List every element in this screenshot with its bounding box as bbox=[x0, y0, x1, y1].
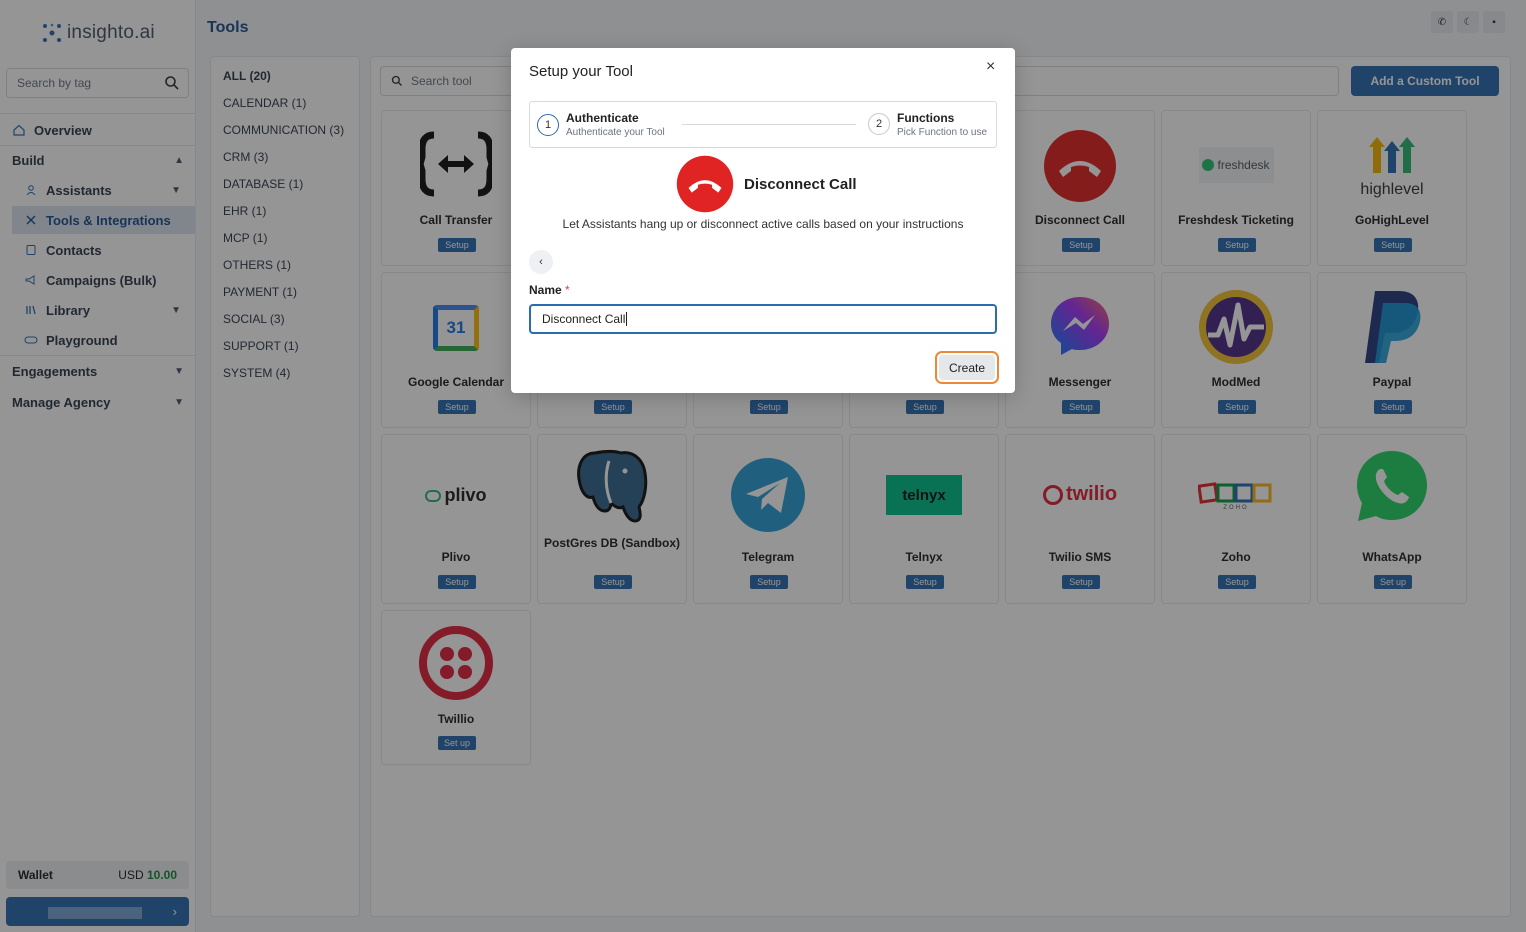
step-2-number[interactable]: 2 bbox=[868, 113, 890, 135]
name-input-value: Disconnect Call bbox=[542, 312, 626, 326]
required-asterisk: * bbox=[565, 283, 570, 297]
step-1-subtitle: Authenticate your Tool bbox=[566, 127, 665, 138]
tool-hero: Disconnect Call bbox=[676, 155, 857, 213]
back-button[interactable]: ‹ bbox=[529, 250, 553, 274]
step-1-title: Authenticate bbox=[566, 111, 639, 125]
name-label: Name * bbox=[529, 283, 570, 297]
modal-title: Setup your Tool bbox=[529, 63, 633, 80]
create-button[interactable]: Create bbox=[935, 351, 999, 384]
stepper-connector bbox=[682, 124, 856, 125]
name-label-text: Name bbox=[529, 283, 562, 297]
close-icon[interactable]: × bbox=[986, 58, 995, 76]
tool-hero-title: Disconnect Call bbox=[744, 175, 857, 193]
create-button-label: Create bbox=[939, 355, 995, 380]
stepper: 1 Authenticate Authenticate your Tool 2 … bbox=[529, 101, 997, 148]
setup-tool-modal: Setup your Tool × 1 Authenticate Authent… bbox=[511, 48, 1015, 393]
text-cursor bbox=[626, 312, 628, 326]
tool-description: Let Assistants hang up or disconnect act… bbox=[562, 217, 964, 231]
step-2-title[interactable]: Functions bbox=[897, 111, 954, 125]
step-1-number: 1 bbox=[537, 114, 559, 136]
step-2-subtitle: Pick Function to use bbox=[897, 127, 988, 138]
name-input[interactable]: Disconnect Call bbox=[529, 304, 997, 334]
disconnect-call-icon bbox=[676, 155, 734, 213]
